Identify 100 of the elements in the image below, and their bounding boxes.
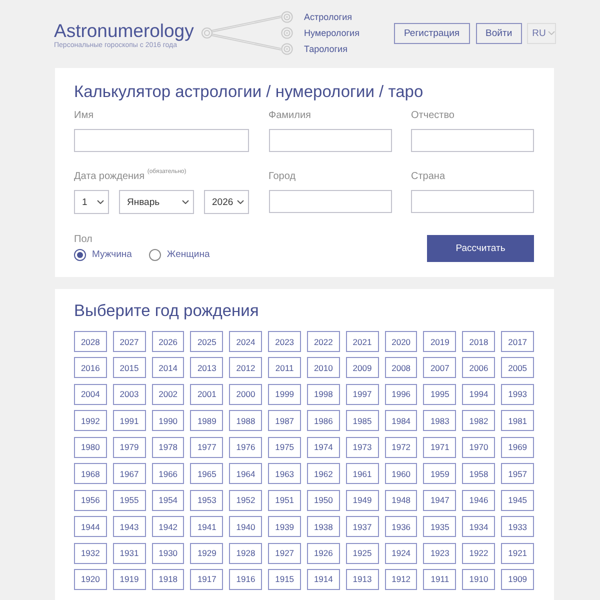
day-select[interactable]: 1 (74, 190, 109, 214)
year-button[interactable]: 1910 (462, 568, 496, 590)
year-button[interactable]: 1984 (384, 410, 418, 432)
year-button[interactable]: 1982 (462, 410, 496, 432)
year-button[interactable]: 2000 (229, 384, 262, 405)
year-button[interactable]: 1947 (423, 490, 456, 511)
year-button[interactable]: 1936 (384, 516, 418, 538)
year-button[interactable]: 1959 (423, 463, 456, 484)
year-button[interactable]: 2025 (190, 331, 224, 352)
year-button[interactable]: 2004 (74, 384, 107, 405)
year-select[interactable]: 2026 (204, 190, 249, 214)
year-button[interactable]: 2027 (112, 331, 146, 352)
year-button[interactable]: 1913 (346, 568, 379, 590)
year-button[interactable]: 2011 (268, 357, 301, 378)
year-button[interactable]: 1971 (423, 436, 456, 458)
year-button[interactable]: 1987 (268, 410, 301, 432)
year-button[interactable]: 1926 (306, 542, 340, 564)
year-button[interactable]: 1994 (462, 384, 496, 405)
year-button[interactable]: 1921 (501, 542, 534, 564)
year-button[interactable]: 1968 (74, 463, 107, 484)
year-button[interactable]: 2028 (74, 331, 107, 352)
year-button[interactable]: 1915 (268, 568, 301, 590)
year-button[interactable]: 1940 (229, 516, 262, 538)
year-button[interactable]: 1953 (190, 490, 224, 511)
year-button[interactable]: 1952 (229, 490, 262, 511)
text-input[interactable] (268, 129, 392, 152)
year-button[interactable]: 1938 (306, 516, 340, 538)
text-input[interactable] (411, 129, 534, 152)
year-button[interactable]: 1981 (501, 410, 534, 432)
text-input[interactable] (74, 129, 249, 152)
year-button[interactable]: 2005 (501, 357, 534, 378)
year-button[interactable]: 1911 (423, 568, 456, 590)
year-button[interactable]: 2021 (346, 331, 379, 352)
year-button[interactable]: 1941 (190, 516, 224, 538)
year-button[interactable]: 1944 (74, 516, 107, 538)
text-input[interactable] (268, 190, 392, 213)
language-select[interactable]: RU (527, 22, 556, 44)
year-button[interactable]: 1988 (229, 410, 262, 432)
year-button[interactable]: 1985 (346, 410, 379, 432)
year-button[interactable]: 1966 (152, 463, 184, 484)
year-button[interactable]: 2007 (423, 357, 456, 378)
year-button[interactable]: 1991 (112, 410, 146, 432)
year-button[interactable]: 1923 (423, 542, 456, 564)
year-button[interactable]: 1937 (346, 516, 379, 538)
year-button[interactable]: 1967 (112, 463, 146, 484)
year-button[interactable]: 1993 (501, 384, 534, 405)
year-button[interactable]: 1961 (346, 463, 379, 484)
nav-link[interactable]: Нумерология (304, 27, 360, 39)
year-button[interactable]: 1929 (190, 542, 224, 564)
year-button[interactable]: 1925 (346, 542, 379, 564)
year-button[interactable]: 1998 (306, 384, 340, 405)
year-button[interactable]: 2020 (384, 331, 418, 352)
year-button[interactable]: 2014 (152, 357, 184, 378)
year-button[interactable]: 2016 (74, 357, 107, 378)
year-button[interactable]: 1976 (229, 436, 262, 458)
header-button[interactable]: Войти (476, 22, 522, 44)
year-button[interactable]: 2024 (229, 331, 262, 352)
year-button[interactable]: 2018 (462, 331, 496, 352)
year-button[interactable]: 1955 (112, 490, 146, 511)
nav-link[interactable]: Тарология (304, 43, 348, 55)
year-button[interactable]: 1983 (423, 410, 456, 432)
year-button[interactable]: 1972 (384, 436, 418, 458)
year-button[interactable]: 1963 (268, 463, 301, 484)
year-button[interactable]: 1990 (152, 410, 184, 432)
year-button[interactable]: 1918 (152, 568, 184, 590)
year-button[interactable]: 2008 (384, 357, 418, 378)
year-button[interactable]: 1916 (229, 568, 262, 590)
year-button[interactable]: 2001 (190, 384, 224, 405)
year-button[interactable]: 1922 (462, 542, 496, 564)
year-button[interactable]: 2012 (229, 357, 262, 378)
gender-radio-option[interactable]: Мужчина (74, 249, 132, 261)
year-button[interactable]: 1964 (229, 463, 262, 484)
year-button[interactable]: 1995 (423, 384, 456, 405)
year-button[interactable]: 1935 (423, 516, 456, 538)
year-button[interactable]: 2019 (423, 331, 456, 352)
year-button[interactable]: 2006 (462, 357, 496, 378)
year-button[interactable]: 1927 (268, 542, 301, 564)
year-button[interactable]: 1951 (268, 490, 301, 511)
year-button[interactable]: 1934 (462, 516, 496, 538)
gender-radio-option[interactable]: Женщина (148, 249, 210, 261)
year-button[interactable]: 1930 (152, 542, 184, 564)
year-button[interactable]: 1931 (112, 542, 146, 564)
year-button[interactable]: 1979 (112, 436, 146, 458)
month-select[interactable]: Январь (119, 190, 194, 214)
year-button[interactable]: 1939 (268, 516, 301, 538)
year-button[interactable]: 2026 (152, 331, 184, 352)
year-button[interactable]: 1958 (462, 463, 496, 484)
year-button[interactable]: 2002 (152, 384, 184, 405)
year-button[interactable]: 1965 (190, 463, 224, 484)
year-button[interactable]: 2023 (268, 331, 301, 352)
year-button[interactable]: 2017 (501, 331, 534, 352)
logo-wordmark[interactable]: Astronumerology (54, 21, 194, 41)
year-button[interactable]: 1992 (74, 410, 107, 432)
year-button[interactable]: 1969 (501, 436, 534, 458)
year-button[interactable]: 1949 (346, 490, 379, 511)
year-button[interactable]: 2009 (346, 357, 379, 378)
text-input[interactable] (411, 190, 534, 213)
year-button[interactable]: 2010 (306, 357, 340, 378)
year-button[interactable]: 2022 (306, 331, 340, 352)
year-button[interactable]: 2003 (112, 384, 146, 405)
